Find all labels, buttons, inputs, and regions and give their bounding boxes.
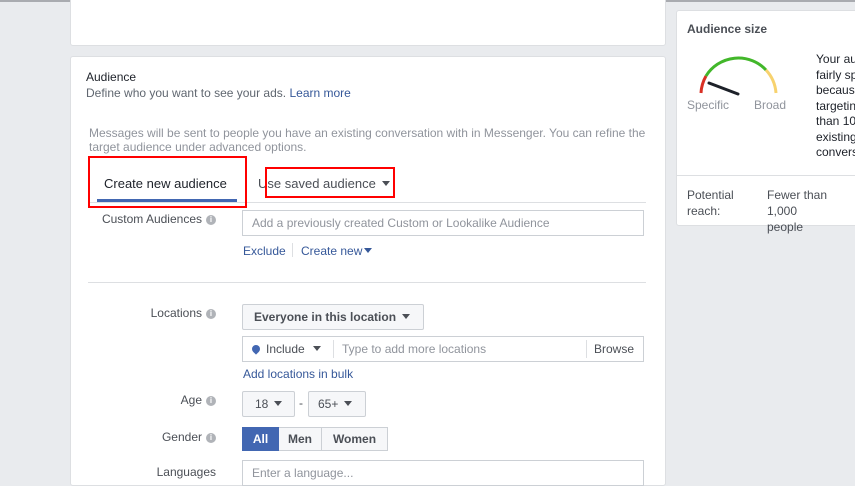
highlight-use-saved: [265, 167, 395, 198]
potential-reach-value: Fewer than 1,000 people: [767, 187, 855, 235]
chevron-down-icon: [364, 248, 373, 253]
info-icon: i: [206, 396, 216, 406]
info-icon: i: [206, 215, 216, 225]
age-label: Age i: [66, 393, 216, 407]
gender-label: Gender i: [66, 430, 216, 444]
age-min-dropdown[interactable]: 18: [242, 391, 295, 417]
custom-audiences-label-text: Custom Audiences: [101, 212, 202, 226]
gauge-needle: [707, 81, 740, 96]
include-label: Include: [266, 342, 305, 356]
audience-size-divider: [676, 175, 855, 176]
potential-reach-label: Potential reach:: [687, 187, 734, 219]
gauge-specific-label: Specific: [687, 98, 730, 112]
info-icon: i: [206, 433, 216, 443]
gauge-yellow-segment: [764, 68, 778, 94]
desc-line: existing: [816, 129, 855, 144]
audience-panel: [70, 56, 666, 486]
age-max-value: 65+: [318, 397, 339, 411]
desc-line: fairly sp: [816, 67, 855, 82]
location-input[interactable]: Type to add more locations: [342, 342, 486, 356]
audience-size-description: Your au fairly sp becaus targetin than 1…: [816, 52, 855, 161]
language-input[interactable]: Enter a language...: [242, 460, 644, 486]
exclude-link[interactable]: Exclude: [243, 244, 286, 258]
custom-audience-input[interactable]: Add a previously created Custom or Looka…: [242, 210, 644, 236]
age-max-dropdown[interactable]: 65+: [308, 391, 366, 417]
chevron-down-icon: [274, 401, 283, 406]
gender-men-button[interactable]: Men: [279, 427, 322, 451]
gauge-red-segment: [699, 75, 708, 94]
browse-button[interactable]: Browse: [594, 342, 634, 356]
desc-line: convers: [816, 145, 855, 159]
chevron-down-icon: [402, 314, 411, 319]
gauge-broad-label: Broad: [754, 98, 787, 112]
age-separator: -: [299, 396, 303, 410]
gender-women-button[interactable]: Women: [322, 427, 388, 451]
audience-size-title: Audience size: [687, 22, 768, 36]
chevron-down-icon: [344, 401, 353, 406]
potential-reach-value-1: Fewer than 1,000: [767, 188, 828, 218]
chevron-down-icon: [312, 346, 321, 351]
section-divider: [88, 282, 646, 283]
include-separator: [333, 340, 334, 358]
locations-label-text: Locations: [150, 306, 202, 320]
clipped-text: · · · ·: [87, 0, 111, 5]
browse-separator: [586, 340, 587, 358]
audience-title: Audience: [86, 70, 137, 84]
gender-label-text: Gender: [161, 430, 202, 444]
messenger-note-line2: target audience under advanced options.: [89, 140, 307, 154]
potential-reach-value-2: people: [767, 220, 804, 234]
potential-reach-label-1: Potential: [687, 188, 734, 202]
map-pin-icon: [250, 343, 262, 355]
location-type-label: Everyone in this location: [254, 310, 397, 324]
desc-line: Your au: [816, 52, 855, 66]
custom-audiences-label: Custom Audiences i: [66, 212, 216, 226]
desc-line: targetin: [816, 98, 855, 113]
info-icon: i: [206, 309, 216, 319]
gauge-green-segment: [704, 56, 768, 77]
desc-line: than 10: [816, 114, 855, 128]
add-locations-bulk-link[interactable]: Add locations in bulk: [243, 367, 353, 381]
learn-more-link[interactable]: Learn more: [289, 86, 350, 100]
create-new-label: Create new: [301, 244, 363, 258]
gender-all-button[interactable]: All: [242, 427, 279, 451]
audience-subtitle: Define who you want to see your ads. Lea…: [86, 86, 351, 100]
link-separator: [292, 243, 293, 257]
audience-gauge: [699, 56, 778, 96]
languages-label: Languages: [156, 465, 216, 479]
create-new-link[interactable]: Create new: [301, 244, 373, 258]
location-type-dropdown[interactable]: Everyone in this location: [242, 304, 424, 330]
potential-reach-label-2: reach:: [687, 204, 721, 218]
highlight-create-new: [88, 156, 247, 208]
age-label-text: Age: [180, 393, 202, 407]
audience-subtitle-text: Define who you want to see your ads.: [86, 86, 287, 100]
locations-label: Locations i: [66, 306, 216, 320]
previous-section-panel: · · · ·: [70, 0, 666, 46]
age-min-value: 18: [255, 397, 269, 411]
include-dropdown[interactable]: Include: [250, 342, 321, 356]
desc-line: becaus: [816, 83, 855, 97]
messenger-note-line1: Messages will be sent to people you have…: [89, 126, 646, 140]
